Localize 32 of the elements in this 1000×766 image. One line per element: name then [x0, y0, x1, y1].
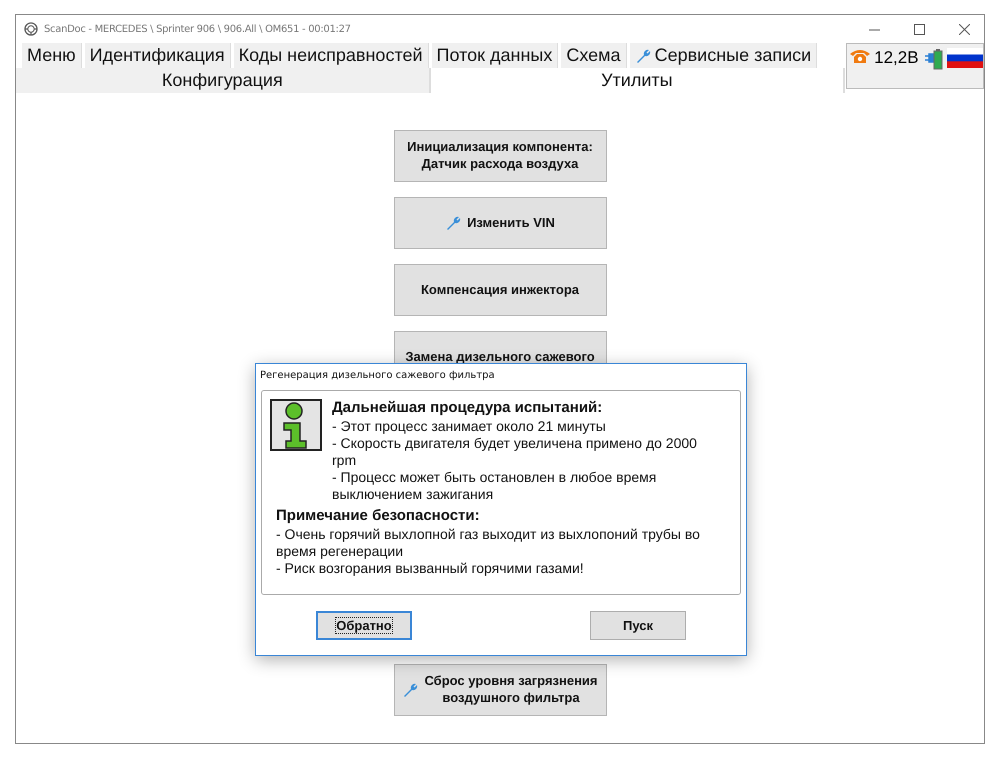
wrench-icon	[445, 215, 462, 231]
maximize-icon[interactable]	[914, 24, 925, 34]
battery-plug-icon	[924, 48, 944, 70]
dialog-text: - Очень горячий выхлопной газ выходит из выхлопоний трубы во время регенерации	[276, 526, 701, 560]
dialog-text: - Этот процесс занимает около 21 минуты	[332, 418, 607, 435]
tab[interactable]: Идентификация	[84, 43, 231, 68]
dialog-heading: Примечание безопасности:	[276, 507, 481, 524]
tab[interactable]: Сервисные записи	[630, 43, 818, 68]
tab[interactable]: Коды неисправностей	[234, 43, 429, 68]
utility-button[interactable]: Изменить VIN	[394, 197, 606, 249]
voltage-reading: 12,2В	[874, 48, 919, 68]
dialog-text: - Процесс может быть остановлен в любое время выключением зажигания	[332, 469, 658, 503]
dialog-heading: Дальнейшая процедура испытаний:	[332, 399, 604, 416]
dialog-button[interactable]: Пуск	[590, 611, 686, 640]
tab[interactable]: Схема	[561, 43, 627, 68]
dialog-text: - Риск возгорания вызванный горячими газами!	[276, 560, 585, 577]
utility-button[interactable]: Сброс уровня загрязнения воздушного фильтра	[394, 664, 606, 716]
close-icon[interactable]	[959, 24, 970, 34]
wrench-icon	[402, 682, 418, 698]
dialog-text: - Скорость двигателя будет увеличена примено до 2000 rpm	[332, 435, 697, 469]
utility-button[interactable]: Инициализация компонента: Датчик расхода воздуха	[394, 130, 606, 182]
info-icon	[270, 399, 322, 451]
tab[interactable]: Утилиты	[430, 68, 846, 93]
phone-icon	[849, 48, 872, 64]
steering-wheel-icon	[24, 22, 38, 36]
tab[interactable]: Конфигурация	[16, 68, 431, 93]
window-title: ScanDoc - MERCEDES \ Sprinter 906 \ 906.All \ OM651 - 00:01:27	[44, 24, 351, 34]
utility-button[interactable]: Компенсация инжектора	[394, 264, 606, 316]
tab[interactable]: Меню	[22, 43, 82, 68]
tab[interactable]: Поток данных	[432, 43, 558, 68]
dialog-button[interactable]: Обратно	[316, 611, 412, 640]
wrench-icon	[634, 48, 651, 64]
